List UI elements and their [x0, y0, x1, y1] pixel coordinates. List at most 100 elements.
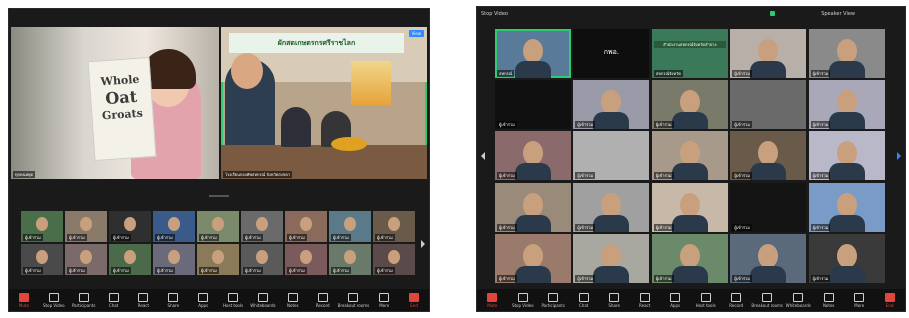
speaker-view-button[interactable]: Speaker View [821, 11, 855, 17]
record-button[interactable]: Record [308, 292, 338, 308]
gallery-tile[interactable]: ผู้เข้าร่วม [573, 182, 650, 232]
participant-name: ผู้เข้าร่วม [653, 274, 674, 282]
gallery-tile[interactable]: ผู้เข้าร่วม [651, 80, 728, 130]
gallery-tile[interactable]: ผู้เข้าร่วม [808, 80, 885, 130]
whiteboards-label: Whiteboards [785, 302, 811, 308]
main-video-tile-1[interactable]: Whole Oat Groats ทุกคนหยุด [11, 27, 219, 179]
record-button[interactable]: Record [721, 292, 751, 308]
participant-thumbnail[interactable]: ผู้เข้าร่วม [65, 211, 107, 242]
gallery-tile[interactable]: ผู้เข้าร่วม [573, 80, 650, 130]
participant-thumbnail[interactable]: ผู้เข้าร่วม [65, 244, 107, 275]
gallery-tile[interactable]: ผู้เข้าร่วม [651, 182, 728, 232]
chat-label: Chat [108, 302, 119, 308]
end-icon [409, 292, 420, 302]
participant-name: ผู้เข้าร่วม [23, 234, 43, 241]
share-icon [609, 292, 620, 302]
participant-face [601, 243, 622, 268]
participant-thumbnail[interactable]: ผู้เข้าร่วม [285, 211, 327, 242]
main-video-tile-2[interactable]: ผักสดเกษตรกรศรีราชไลก View โรงเรียนกองทั… [221, 27, 427, 179]
more-button[interactable]: More [369, 292, 399, 308]
participant-body [750, 163, 787, 181]
gallery-tile[interactable]: ผู้เข้าร่วม [808, 233, 885, 283]
gallery-tile[interactable]: ผู้เข้าร่วม [651, 233, 728, 283]
breakout-rooms-button[interactable]: Breakout rooms [338, 292, 369, 308]
gallery-tile[interactable]: สหกรณ์ [495, 29, 571, 78]
stop-video-button[interactable]: Stop Video [507, 292, 537, 308]
participants-label: Participants [71, 302, 96, 308]
participant-thumbnail[interactable]: ผู้เข้าร่วม [153, 244, 195, 275]
gallery-tile[interactable]: ผู้เข้าร่วม [495, 182, 571, 232]
notes-button[interactable]: Notes [278, 292, 308, 308]
whiteboards-button[interactable]: Whiteboards [783, 292, 813, 308]
host-tools-button[interactable]: Host tools [218, 292, 248, 308]
notes-button[interactable]: Notes [813, 292, 843, 308]
left-meeting-toolbar: Mute Stop Video Participants Chat React Share… [9, 289, 429, 311]
gallery-tile[interactable]: ผู้เข้าร่วม [495, 233, 571, 283]
apps-button[interactable]: Apps [660, 292, 690, 308]
whiteboards-button[interactable]: Whiteboards [248, 292, 278, 308]
mute-button[interactable]: Mute [477, 292, 507, 308]
gallery-tile[interactable]: ผู้เข้าร่วม [808, 131, 885, 181]
share-button[interactable]: Share [158, 292, 188, 308]
whiteboards-icon [793, 292, 804, 302]
notes-label: Notes [822, 302, 835, 308]
gallery-tile[interactable]: กพอ. [573, 29, 650, 78]
participants-button[interactable]: Participants [69, 292, 99, 308]
breakout-rooms-button[interactable]: Breakout rooms [751, 292, 783, 308]
participant-thumbnail[interactable]: ผู้เข้าร่วม [329, 211, 371, 242]
chat-button[interactable]: Chat [568, 292, 598, 308]
mute-button[interactable]: Mute [9, 292, 39, 308]
participant-thumbnail[interactable]: ผู้เข้าร่วม [373, 244, 415, 275]
share-button[interactable]: Share [599, 292, 629, 308]
participant-thumbnail[interactable]: ผู้เข้าร่วม [373, 211, 415, 242]
participant-thumbnail[interactable]: ผู้เข้าร่วม [241, 244, 283, 275]
participant-thumbnail[interactable]: ผู้เข้าร่วม [197, 244, 239, 275]
participant-thumbnail[interactable]: ผู้เข้าร่วม [109, 211, 151, 242]
participant-name: ผู้เข้าร่วม [732, 121, 752, 129]
end-button[interactable]: End [874, 292, 904, 308]
participant-thumbnail[interactable]: ผู้เข้าร่วม [21, 244, 63, 275]
gallery-tile[interactable]: ผู้เข้าร่วม [495, 131, 571, 181]
mute-icon [487, 292, 498, 302]
participant-name: ผู้เข้าร่วม [810, 70, 831, 77]
gallery-tile[interactable]: ผู้เข้าร่วม [808, 29, 885, 78]
stop-video-button[interactable]: Stop Video [39, 292, 69, 308]
gallery-tile[interactable]: ผู้เข้าร่วม [730, 131, 807, 181]
participant-thumbnail[interactable]: ผู้เข้าร่วม [153, 211, 195, 242]
gallery-tile[interactable]: ผู้เข้าร่วม [573, 131, 650, 181]
more-button[interactable]: More [844, 292, 874, 308]
share-label: Share [608, 302, 620, 308]
apps-button[interactable]: Apps [188, 292, 218, 308]
participant-name: ผู้เข้าร่วม [653, 223, 674, 231]
view-button[interactable]: View [408, 30, 424, 37]
gallery-tile[interactable]: ผู้เข้าร่วม [808, 182, 885, 232]
next-page-arrow[interactable] [421, 240, 425, 248]
participant-body [515, 265, 551, 283]
participant-thumbnail[interactable]: ผู้เข้าร่วม [285, 244, 327, 275]
participant-thumbnail[interactable]: ผู้เข้าร่วม [109, 244, 151, 275]
gallery-tile[interactable]: ผู้เข้าร่วม [730, 29, 807, 78]
gallery-tile[interactable]: ผู้เข้าร่วม [651, 131, 728, 181]
gallery-tile[interactable]: ผู้เข้าร่วม [495, 80, 571, 130]
participant-thumbnail[interactable]: ผู้เข้าร่วม [197, 211, 239, 242]
participant-thumbnail[interactable]: ผู้เข้าร่วม [21, 211, 63, 242]
participant-thumbnail[interactable]: ผู้เข้าร่วม [329, 244, 371, 275]
gallery-tile[interactable]: สำนักงานสหกรณ์จังหวัดลำปาง สหกรณ์จังหวัด [651, 29, 728, 78]
participant-face [80, 250, 92, 264]
participant-thumbnail[interactable]: ผู้เข้าร่วม [241, 211, 283, 242]
gallery-tile[interactable]: ผู้เข้าร่วม [730, 182, 807, 232]
react-button[interactable]: React [129, 292, 159, 308]
react-button[interactable]: React [629, 292, 659, 308]
gallery-tile[interactable]: ผู้เข้าร่วม [573, 233, 650, 283]
host-tools-button[interactable]: Host tools [690, 292, 720, 308]
participant-face [523, 243, 543, 268]
participant-face [212, 250, 224, 264]
next-page-arrow[interactable] [897, 152, 901, 160]
chat-button[interactable]: Chat [99, 292, 129, 308]
participants-button[interactable]: Participants [538, 292, 568, 308]
shield-icon [770, 11, 775, 16]
end-button[interactable]: End [399, 292, 429, 308]
gallery-tile[interactable]: ผู้เข้าร่วม [730, 233, 807, 283]
prev-page-arrow[interactable] [481, 152, 485, 160]
gallery-tile[interactable]: ผู้เข้าร่วม [730, 80, 807, 130]
